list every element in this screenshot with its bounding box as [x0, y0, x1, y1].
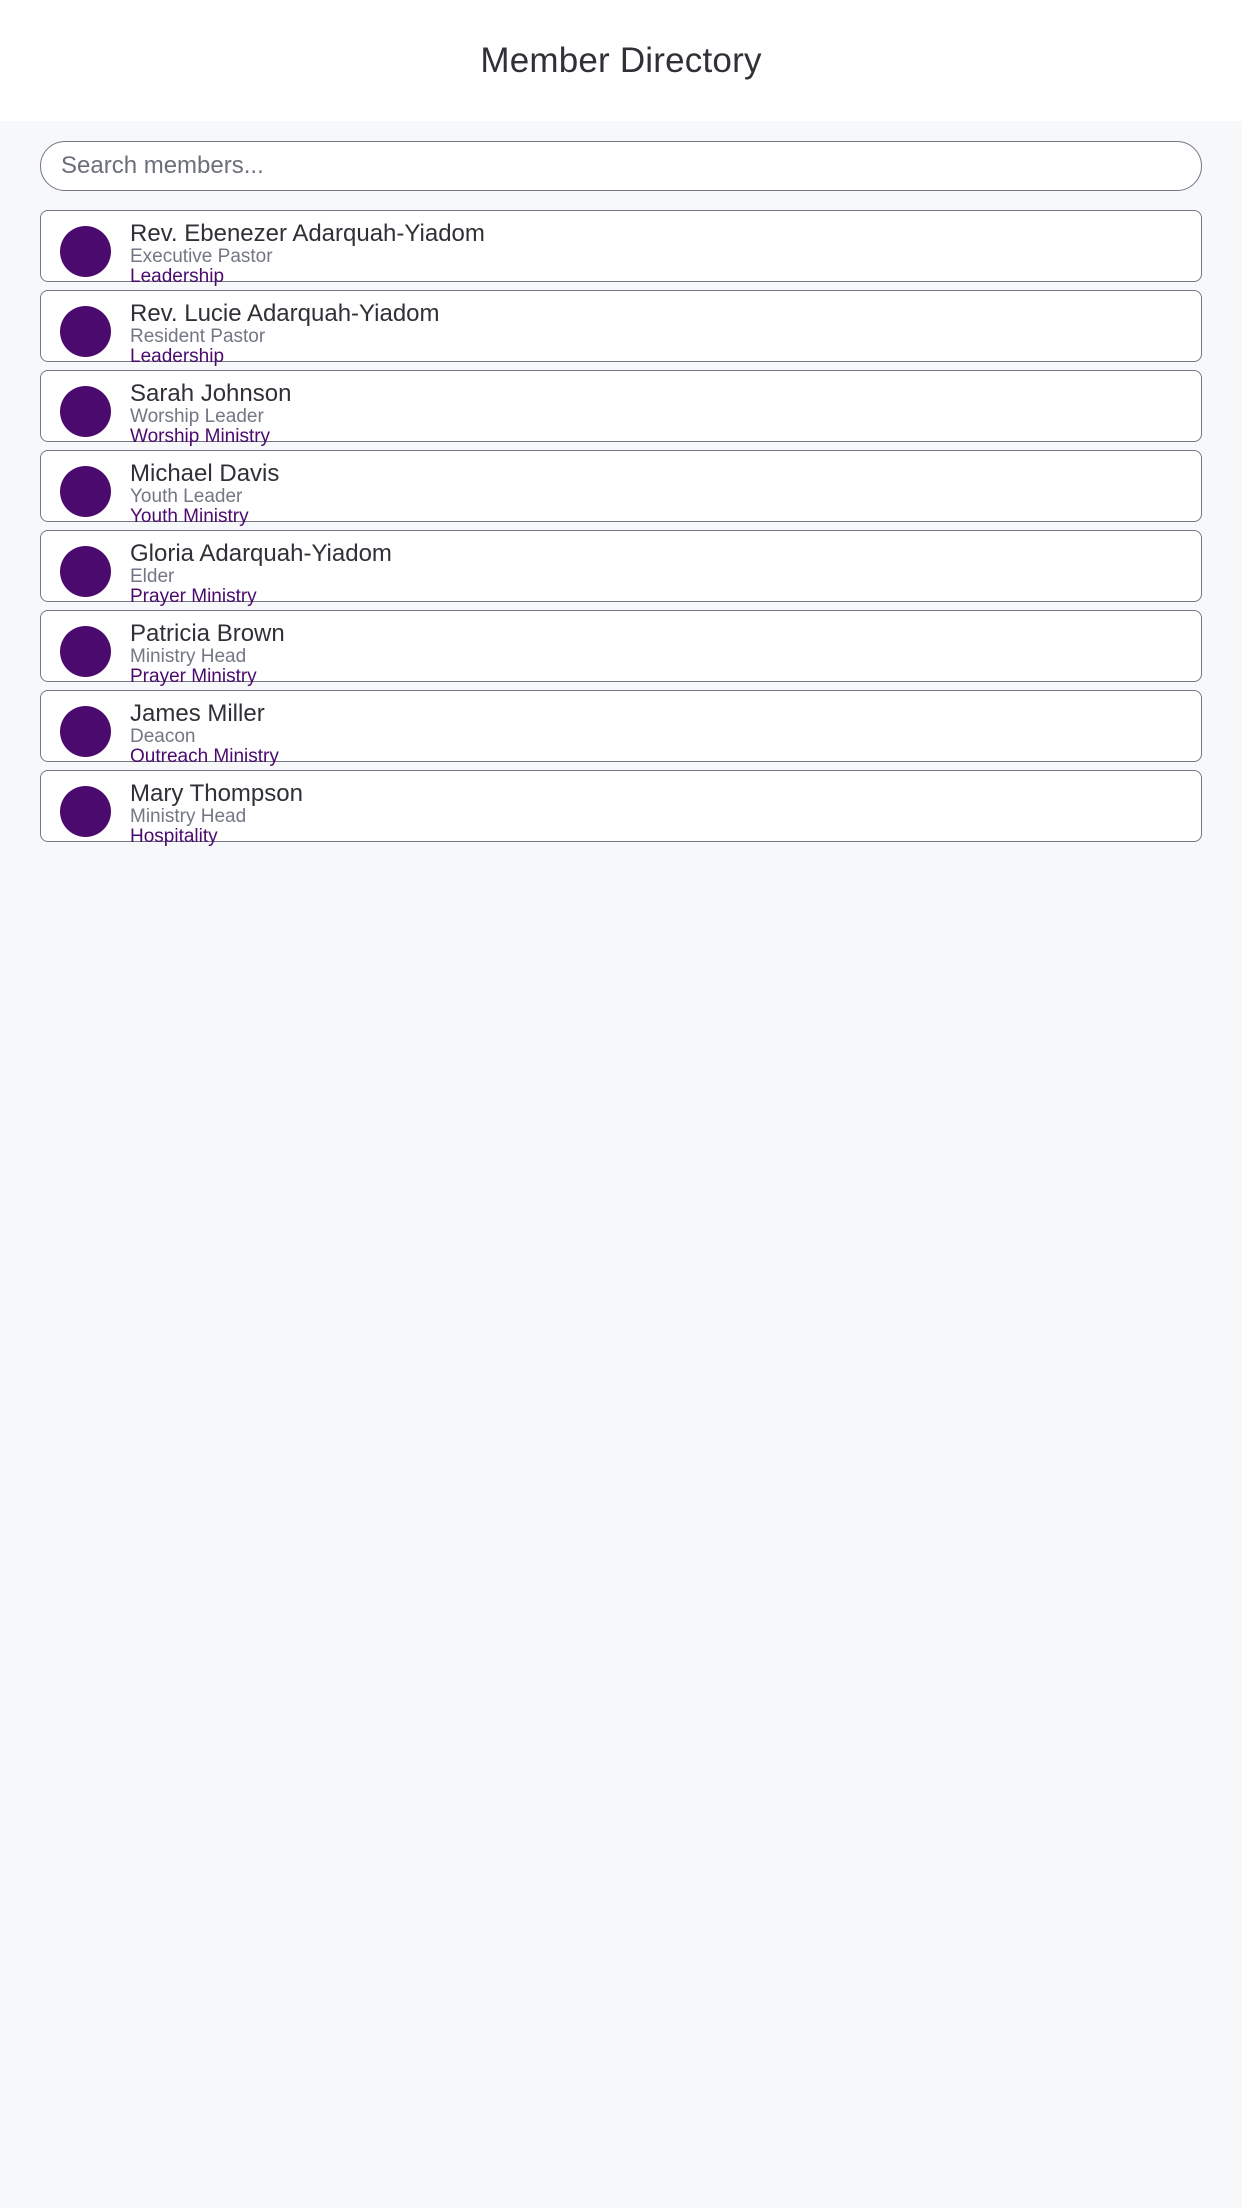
avatar: [60, 225, 111, 277]
member-role: Elder: [130, 566, 175, 587]
member-name: Patricia Brown: [130, 620, 285, 647]
app-header: Member Directory: [0, 0, 1242, 121]
member-department: Prayer Ministry: [130, 666, 257, 687]
member-name: Michael Davis: [130, 460, 280, 487]
member-role: Deacon: [130, 726, 196, 747]
member-card[interactable]: Rev. Ebenezer Adarquah-Yiadom Executive …: [40, 210, 1202, 287]
member-card[interactable]: Gloria Adarquah-Yiadom Elder Prayer Mini…: [40, 530, 1202, 607]
page-title: Member Directory: [480, 40, 762, 80]
member-name: Rev. Ebenezer Adarquah-Yiadom: [130, 220, 485, 247]
member-department: Worship Ministry: [130, 426, 271, 447]
member-list: Rev. Ebenezer Adarquah-Yiadom Executive …: [40, 210, 1202, 850]
member-card[interactable]: Michael Davis Youth Leader Youth Ministr…: [40, 450, 1202, 527]
member-role: Ministry Head: [130, 806, 247, 827]
member-card[interactable]: Patricia Brown Ministry Head Prayer Mini…: [40, 610, 1202, 687]
search-input[interactable]: [59, 151, 1183, 181]
avatar: [60, 545, 111, 597]
member-info: Sarah Johnson Worship Leader Worship Min…: [130, 371, 291, 447]
member-department: Leadership: [130, 266, 225, 287]
member-role: Youth Leader: [130, 486, 243, 507]
member-name: Mary Thompson: [130, 780, 303, 807]
member-department: Outreach Ministry: [130, 746, 279, 767]
member-name: Gloria Adarquah-Yiadom: [130, 540, 392, 567]
member-name: Rev. Lucie Adarquah-Yiadom: [130, 300, 440, 327]
member-department: Hospitality: [130, 826, 218, 847]
member-info: Rev. Ebenezer Adarquah-Yiadom Executive …: [130, 211, 485, 287]
search-bar[interactable]: [40, 141, 1202, 191]
member-info: Gloria Adarquah-Yiadom Elder Prayer Mini…: [130, 531, 392, 607]
member-card[interactable]: Rev. Lucie Adarquah-Yiadom Resident Past…: [40, 290, 1202, 367]
member-info: Patricia Brown Ministry Head Prayer Mini…: [130, 611, 285, 687]
member-role: Ministry Head: [130, 646, 247, 667]
member-department: Leadership: [130, 346, 225, 367]
member-role: Resident Pastor: [130, 326, 266, 347]
avatar: [60, 625, 111, 677]
member-info: Mary Thompson Ministry Head Hospitality: [130, 771, 303, 847]
member-info: Michael Davis Youth Leader Youth Ministr…: [130, 451, 279, 527]
member-info: James Miller Deacon Outreach Ministry: [130, 691, 279, 767]
member-department: Youth Ministry: [130, 506, 249, 527]
main-content: Rev. Ebenezer Adarquah-Yiadom Executive …: [0, 121, 1242, 850]
member-name: James Miller: [130, 700, 265, 727]
member-role: Worship Leader: [130, 406, 264, 427]
avatar: [60, 705, 111, 757]
member-role: Executive Pastor: [130, 246, 273, 267]
avatar: [60, 785, 111, 837]
avatar: [60, 465, 111, 517]
avatar: [60, 305, 111, 357]
member-name: Sarah Johnson: [130, 380, 292, 407]
member-info: Rev. Lucie Adarquah-Yiadom Resident Past…: [130, 291, 440, 367]
member-card[interactable]: James Miller Deacon Outreach Ministry: [40, 690, 1202, 767]
member-card[interactable]: Sarah Johnson Worship Leader Worship Min…: [40, 370, 1202, 447]
member-department: Prayer Ministry: [130, 586, 257, 607]
avatar: [60, 385, 111, 437]
member-card[interactable]: Mary Thompson Ministry Head Hospitality: [40, 770, 1202, 847]
